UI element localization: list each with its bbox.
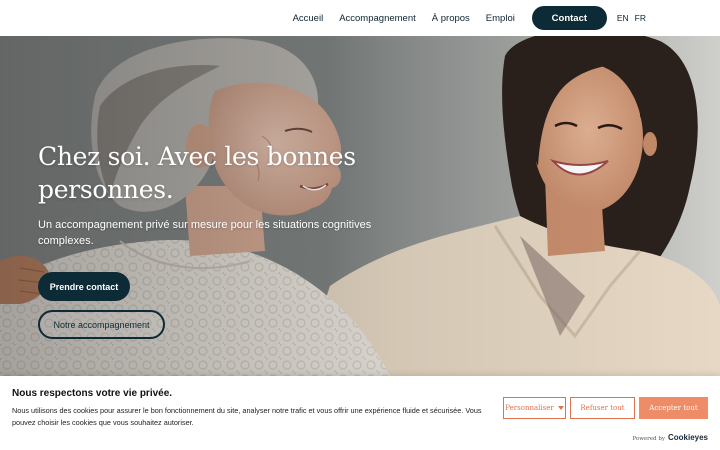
cookie-accept-button[interactable]: Accepter tout (639, 397, 708, 419)
contact-button[interactable]: Contact (531, 6, 607, 30)
cookie-banner: Nous respectons votre vie privée. Nous u… (0, 376, 720, 450)
site-header: Accueil Accompagnement À propos Emploi C… (0, 0, 720, 36)
hero-title: Chez soi. Avec les bonnes personnes. (38, 140, 398, 206)
cookieyes-logo[interactable]: Cookieyes (668, 433, 708, 442)
cookie-customize-label: Personnaliser (505, 404, 554, 412)
language-switcher: EN FR (617, 13, 646, 23)
main-nav: Accueil Accompagnement À propos Emploi (293, 13, 515, 24)
nav-accueil[interactable]: Accueil (293, 13, 324, 24)
nav-a-propos[interactable]: À propos (432, 13, 470, 24)
prendre-contact-button[interactable]: Prendre contact (38, 272, 130, 301)
hero-title-line-2: personnes. (38, 175, 174, 204)
chevron-down-icon (557, 406, 564, 410)
hero-section: Chez soi. Avec les bonnes personnes. Un … (0, 36, 720, 376)
cookie-title: Nous respectons votre vie privée. (12, 388, 173, 399)
language-fr[interactable]: FR (635, 13, 646, 23)
cookie-customize-button[interactable]: Personnaliser (503, 397, 566, 419)
cookie-reject-button[interactable]: Refuser tout (570, 397, 635, 419)
language-en[interactable]: EN (617, 13, 629, 23)
nav-accompagnement[interactable]: Accompagnement (339, 13, 416, 24)
hero-subtitle: Un accompagnement privé sur mesure pour … (38, 219, 372, 247)
nav-emploi[interactable]: Emploi (486, 13, 515, 24)
hero-title-line-1: Chez soi. Avec les bonnes (38, 142, 356, 171)
notre-accompagnement-button[interactable]: Notre accompagnement (38, 310, 165, 339)
powered-by-label: Powered by (632, 436, 665, 442)
cookie-description: Nous utilisons des cookies pour assurer … (12, 406, 482, 427)
hero-content: Chez soi. Avec les bonnes personnes. Un … (38, 140, 398, 249)
powered-by: Powered by Cookieyes (632, 433, 708, 442)
